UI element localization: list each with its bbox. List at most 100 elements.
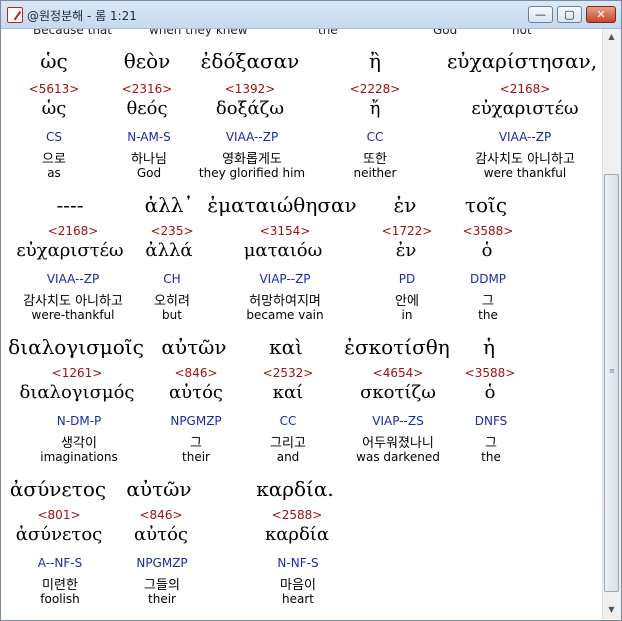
lemma: ἤ	[369, 98, 381, 119]
strong-number[interactable]: <2316>	[122, 82, 173, 96]
greek-word[interactable]: διαλογισμοῖς	[8, 335, 144, 359]
greek-word[interactable]: ἀσύνετος	[10, 477, 106, 501]
greek-word[interactable]: ἐματαιώθησαν	[207, 193, 356, 217]
strong-number[interactable]: <3588>	[465, 366, 516, 380]
english-gloss: the	[478, 308, 498, 322]
english-gloss: they glorified him	[198, 166, 306, 180]
lemma: εὐχαριστέω	[16, 240, 124, 261]
minimize-button[interactable]: —	[528, 6, 553, 23]
top-cut-word: the	[318, 29, 338, 37]
greek-word[interactable]: ἐσκοτίσθη	[344, 335, 450, 359]
strong-number[interactable]: <2532>	[263, 366, 314, 380]
english-gloss: their	[182, 450, 210, 464]
greek-word[interactable]: αὐτῶν	[126, 477, 191, 501]
strong-number[interactable]: <2228>	[350, 82, 401, 96]
lemma: καί	[272, 382, 304, 403]
lemma: εὐχαριστέω	[471, 98, 579, 119]
morph-code: VIAA--ZP	[225, 130, 279, 144]
greek-word[interactable]: καρδία.	[256, 477, 334, 501]
previous-row-partial: Because that when they knew the God not	[1, 29, 601, 39]
morph-code: DDMP	[469, 272, 507, 286]
morph-code: CC	[366, 130, 384, 144]
strong-number[interactable]: <846>	[139, 508, 182, 522]
english-gloss: was darkened	[356, 450, 440, 464]
strong-number[interactable]: <1722>	[382, 224, 433, 238]
strong-number[interactable]: <801>	[37, 508, 80, 522]
vertical-scrollbar[interactable]: ▲ ≡ ▼	[602, 29, 621, 619]
morph-code: CH	[163, 272, 181, 286]
english-gloss: foolish	[40, 592, 80, 606]
korean-gloss: 그리고	[270, 436, 306, 451]
korean-gloss: 감사치도 아니하고	[475, 152, 575, 167]
strong-number[interactable]: <2168>	[500, 82, 551, 96]
strong-number[interactable]: <2168>	[48, 224, 99, 238]
lemma: ὁ	[481, 240, 493, 261]
english-gloss: in	[401, 308, 413, 322]
strong-number[interactable]: <1392>	[225, 82, 276, 96]
english-gloss: God	[136, 166, 162, 180]
morph-code: VIAP--ZS	[372, 414, 424, 428]
morph-code: VIAP--ZP	[259, 272, 311, 286]
korean-gloss: 안에	[395, 294, 419, 309]
morph-code: N-NF-S	[277, 556, 319, 570]
strong-number[interactable]: <3588>	[463, 224, 514, 238]
greek-word[interactable]: ἢ	[369, 49, 381, 73]
strong-number[interactable]: <4654>	[373, 366, 424, 380]
scroll-up-arrow-icon[interactable]: ▲	[604, 29, 619, 45]
strong-number[interactable]: <235>	[150, 224, 193, 238]
app-icon[interactable]	[7, 7, 23, 23]
scroll-down-arrow-icon[interactable]: ▼	[604, 602, 619, 618]
lemma: σκοτίζω	[360, 382, 436, 403]
top-cut-word: when they knew	[149, 29, 248, 37]
lemma: ματαιόω	[243, 240, 323, 261]
english-gloss: were-thankful	[31, 308, 115, 322]
morph-code: NPGMZP	[170, 414, 222, 428]
lemma: ἀλλά	[145, 240, 193, 261]
strong-number[interactable]: <2588>	[272, 508, 323, 522]
greek-word[interactable]: εὐχαρίστησαν,	[447, 49, 597, 73]
greek-word[interactable]: αὐτῶν	[161, 335, 226, 359]
lemma: δοξάζω	[215, 98, 285, 119]
korean-gloss: 영화롭게도	[222, 152, 282, 167]
greek-word[interactable]: ----	[56, 193, 83, 217]
english-gloss: as	[47, 166, 61, 180]
close-button[interactable]: ✕	[586, 6, 616, 23]
strong-number[interactable]: <3154>	[260, 224, 311, 238]
korean-gloss: 허망하여지며	[249, 294, 321, 309]
morph-code: VIAA--ZP	[498, 130, 552, 144]
title-bar[interactable]: @원정분해 - 롬 1:21 — ▢ ✕	[1, 1, 621, 29]
morph-code: DNFS	[474, 414, 508, 428]
english-gloss: and	[276, 450, 300, 464]
morph-code: CC	[279, 414, 297, 428]
maximize-button[interactable]: ▢	[557, 6, 582, 23]
english-gloss: were thankful	[483, 166, 567, 180]
greek-word[interactable]: θεὸν	[124, 49, 171, 73]
strong-number[interactable]: <5613>	[29, 82, 80, 96]
lemma: αὐτός	[169, 382, 223, 403]
strong-number[interactable]: <846>	[174, 366, 217, 380]
lemma: ὁ	[484, 382, 496, 403]
greek-word[interactable]: ἀλλ᾽	[145, 193, 194, 217]
scrollbar-thumb[interactable]: ≡	[604, 174, 619, 592]
lemma: καρδία	[264, 524, 330, 545]
greek-word[interactable]: ὡς	[40, 49, 68, 73]
greek-word[interactable]: ἐν	[394, 193, 417, 217]
lemma: ὡς	[41, 98, 67, 119]
korean-gloss: 생각이	[61, 436, 97, 451]
greek-word[interactable]: ἡ	[483, 335, 495, 359]
morph-code: N-AM-S	[127, 130, 171, 144]
app-window: @원정분해 - 롬 1:21 — ▢ ✕ Because that when t…	[0, 0, 622, 621]
greek-word[interactable]: τοῖς	[465, 193, 507, 217]
morph-code: A--NF-S	[37, 556, 83, 570]
korean-gloss: 어두워졌나니	[362, 436, 434, 451]
greek-word[interactable]: καὶ	[269, 335, 303, 359]
english-gloss: neither	[353, 166, 397, 180]
strong-number[interactable]: <1261>	[52, 366, 103, 380]
morph-code: NPGMZP	[136, 556, 188, 570]
korean-gloss: 으로	[42, 152, 66, 167]
greek-word[interactable]: ἐδόξασαν	[201, 49, 300, 73]
english-gloss: their	[148, 592, 176, 606]
korean-gloss: 하나님	[131, 152, 167, 167]
morph-code: PD	[398, 272, 416, 286]
korean-gloss: 그들의	[144, 578, 180, 593]
